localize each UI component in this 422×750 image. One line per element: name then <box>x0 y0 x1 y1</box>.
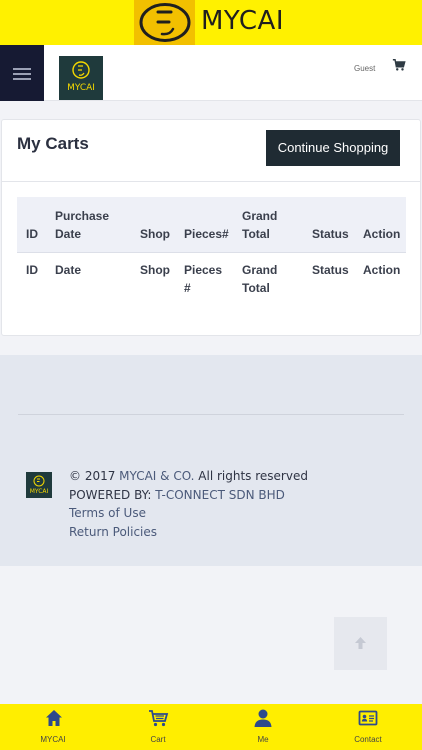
table-header: ID Purchase Date Shop Pieces# Grand Tota… <box>17 197 406 253</box>
row-action[interactable]: Action <box>363 261 400 279</box>
powered-line: POWERED BY: T-CONNECT SDN BHD <box>69 486 308 505</box>
row-date: Date <box>55 263 82 277</box>
guest-label[interactable]: Guest <box>354 64 375 73</box>
header-pieces: Pieces# <box>184 227 229 241</box>
tab-label: Cart <box>150 735 166 744</box>
terms-link[interactable]: Terms of Use <box>69 504 308 523</box>
footer-divider <box>18 414 404 415</box>
header-shop: Shop <box>140 227 170 241</box>
copyright-line: © 2017 MYCAI & CO. All rights reserved <box>69 467 308 486</box>
tab-label: Contact <box>354 735 382 744</box>
footer-logo-text: MYCAI <box>29 488 49 495</box>
header-status: Status <box>312 227 349 241</box>
row-grand-total: Grand Total <box>242 263 278 295</box>
hamburger-icon[interactable] <box>0 45 44 101</box>
cart-icon <box>149 710 169 727</box>
copyright-suffix: All rights reserved <box>194 469 308 483</box>
company-link[interactable]: MYCAI & CO. <box>119 469 194 483</box>
card-header: My Carts Continue Shopping <box>2 120 420 182</box>
bottom-tab-bar: MYCAI Cart Me Contact <box>0 704 422 750</box>
return-policies-link[interactable]: Return Policies <box>69 523 308 542</box>
smiley-logo-icon <box>33 475 45 487</box>
brand-bar: MYCAI <box>0 0 422 45</box>
tab-label: MYCAI <box>40 735 66 744</box>
footer-info: © 2017 MYCAI & CO. All rights reserved P… <box>69 467 308 541</box>
row-status: Status <box>312 263 349 277</box>
brand-title: MYCAI <box>201 6 285 36</box>
smiley-logo-icon <box>72 61 90 79</box>
contact-card-icon <box>358 710 378 726</box>
header-purchase-date: Purchase Date <box>55 209 110 241</box>
tab-label: Me <box>257 735 269 744</box>
user-icon <box>254 709 272 727</box>
continue-shopping-button[interactable]: Continue Shopping <box>266 130 400 166</box>
smiley-logo-icon <box>139 3 191 42</box>
header-grand-total: Grand Total <box>242 209 278 241</box>
row-pieces: Pieces # <box>184 263 223 295</box>
tab-cart[interactable]: Cart <box>118 704 198 750</box>
tab-me[interactable]: Me <box>223 704 303 750</box>
cart-icon[interactable] <box>392 58 406 72</box>
footer-logo: MYCAI <box>26 472 52 498</box>
brand-logo[interactable] <box>134 0 195 45</box>
powered-by-link[interactable]: T-CONNECT SDN BHD <box>155 488 285 502</box>
home-icon <box>46 710 62 726</box>
tab-contact[interactable]: Contact <box>328 704 408 750</box>
page-title: My Carts <box>17 134 89 153</box>
tab-mycai[interactable]: MYCAI <box>13 704 93 750</box>
header-id: ID <box>26 227 38 241</box>
table-row: ID Date Shop Pieces # Grand Total Status… <box>17 253 406 309</box>
nav-logo-text: MYCAI <box>67 83 95 93</box>
arrow-up-icon <box>355 637 366 649</box>
top-nav: MYCAI Guest <box>0 45 422 101</box>
nav-logo[interactable]: MYCAI <box>59 56 103 100</box>
footer: MYCAI © 2017 MYCAI & CO. All rights rese… <box>0 355 422 566</box>
header-action: Action <box>363 227 401 241</box>
back-to-top-button[interactable] <box>334 617 387 670</box>
carts-card: My Carts Continue Shopping ID Purchase D… <box>1 119 421 336</box>
row-shop: Shop <box>140 263 170 277</box>
copyright-prefix: © 2017 <box>69 469 120 483</box>
row-id: ID <box>26 263 38 277</box>
powered-prefix: POWERED BY: <box>69 487 156 502</box>
